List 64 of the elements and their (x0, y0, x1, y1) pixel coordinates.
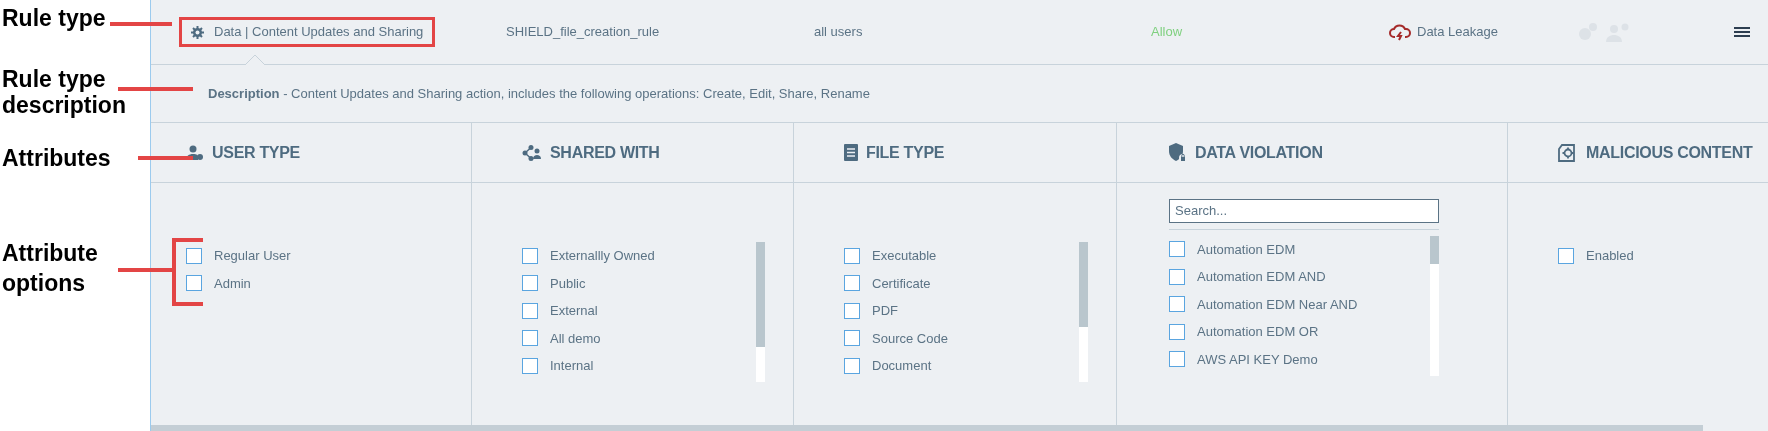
option-label: Externallly Owned (550, 247, 655, 265)
option-label: Admin (214, 274, 251, 293)
checkbox[interactable] (1169, 351, 1185, 368)
checkbox[interactable] (1558, 247, 1574, 264)
annotation-label: Attributes (2, 145, 111, 171)
annotation-label: Rule type description (2, 66, 127, 118)
checkbox[interactable] (1169, 323, 1185, 340)
annotation-label: Rule type (2, 5, 106, 31)
checkbox[interactable] (844, 247, 860, 264)
checkbox[interactable] (1169, 268, 1185, 285)
scrollbar[interactable] (1079, 242, 1088, 382)
option-label: Automation EDM Near AND (1197, 295, 1358, 314)
option-label: Public (550, 274, 586, 293)
option-label: Executable (872, 247, 937, 265)
search-field[interactable]: Search... (1169, 198, 1439, 223)
share-icon (522, 144, 542, 161)
option-label: External (550, 302, 598, 320)
menu-button[interactable] (1734, 25, 1750, 39)
option-label: Automation EDM OR (1197, 323, 1319, 341)
scrollbar[interactable] (756, 242, 765, 382)
option-label: Automation EDM (1197, 240, 1296, 259)
document-icon (844, 144, 858, 161)
scrollbar[interactable] (1430, 235, 1439, 376)
option-label: Certificate (872, 274, 931, 293)
rule-category: Data Leakage (1417, 23, 1498, 42)
attribute-title: USER TYPE (212, 142, 300, 163)
checkbox[interactable] (522, 330, 538, 347)
option-label: All demo (550, 329, 601, 348)
option-label: Regular User (214, 247, 291, 265)
checkbox[interactable] (1169, 296, 1185, 313)
checkbox[interactable] (522, 357, 538, 374)
horizontal-scrollbar[interactable] (151, 425, 1704, 431)
attribute-title: FILE TYPE (866, 142, 945, 163)
rule-type-label[interactable]: Data | Content Updates and Sharing (179, 17, 436, 47)
option-label: Document (872, 357, 932, 375)
attribute-title: DATA VIOLATION (1195, 142, 1323, 163)
cloud-lightning-icon (1389, 23, 1411, 41)
checkbox[interactable] (186, 275, 202, 292)
shield-lock-icon (1169, 143, 1187, 162)
option-label: Internal (550, 357, 594, 375)
option-label: Automation EDM AND (1197, 268, 1326, 286)
checkbox[interactable] (844, 275, 860, 292)
checkbox[interactable] (522, 302, 538, 319)
checkbox[interactable] (844, 357, 860, 374)
checkbox[interactable] (522, 275, 538, 292)
checkbox[interactable] (1169, 241, 1185, 258)
rule-name: SHIELD_file_creation_rule (506, 23, 661, 42)
checkbox[interactable] (522, 247, 538, 264)
document-gear-icon (1558, 143, 1578, 162)
option-label: Enabled (1586, 247, 1634, 265)
user-icon (186, 144, 204, 161)
option-label: Source Code (872, 329, 948, 348)
option-label: AWS API KEY Demo (1197, 350, 1318, 369)
checkbox[interactable] (844, 330, 860, 347)
rule-action: Allow (1151, 23, 1184, 42)
checkbox[interactable] (186, 247, 202, 264)
annotation-label: Attribute options (2, 239, 99, 298)
checkbox[interactable] (844, 302, 860, 319)
option-label: PDF (872, 302, 898, 320)
rule-users: all users (814, 23, 864, 42)
rule-description: Description - Content Updates and Sharing action, includes the following operations: Create, Edit, Share, Rename (208, 84, 870, 103)
gear-icon (191, 25, 204, 39)
attribute-title: MALICIOUS CONTENT (1586, 142, 1753, 163)
attribute-title: SHARED WITH (550, 142, 660, 163)
